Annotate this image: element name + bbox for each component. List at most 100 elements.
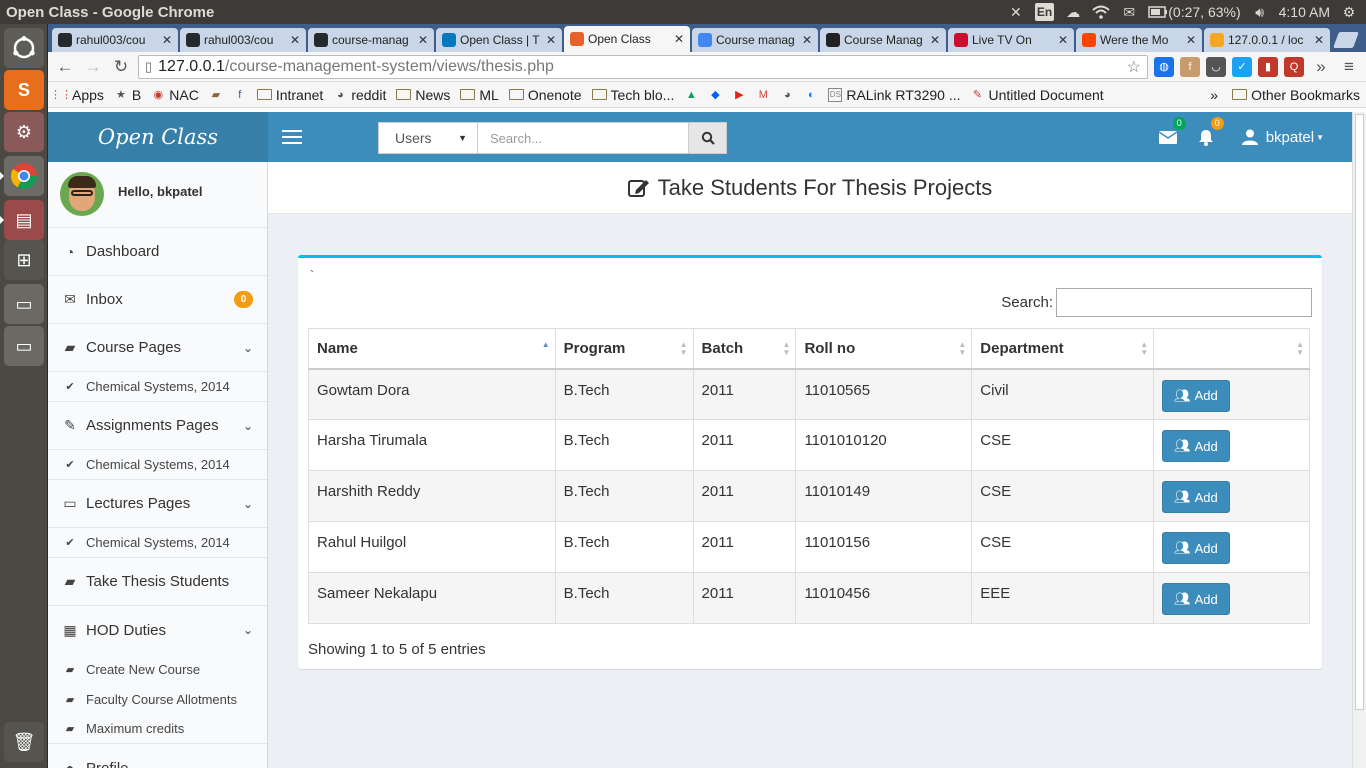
browser-tab[interactable]: course-manag ✕ [308,28,434,52]
close-tab-icon[interactable]: ✕ [546,33,556,47]
workspace-switcher-icon[interactable]: ⊞ [4,240,44,280]
table-search-input[interactable] [1056,288,1312,317]
header-search-input[interactable]: Search... [478,122,689,154]
globe-extension-icon[interactable]: ◍ [1154,56,1174,77]
sidebar-item-course-pages[interactable]: ▰ Course Pages ⌄ [48,324,267,372]
bookmark-item[interactable]: News [396,87,450,103]
battery-indicator[interactable]: (0:27, 63%) [1148,3,1241,21]
dash-home-icon[interactable] [4,28,44,68]
trash-icon[interactable]: 🗑︎ [4,722,44,762]
bookmark-item[interactable]: ◕ [780,88,794,102]
file-manager-icon[interactable]: ▤ [0,200,44,240]
drive-icon[interactable]: ▭ [4,284,44,324]
cloud-icon[interactable]: ☁ [1064,3,1082,21]
bookmark-item[interactable]: f [233,88,247,102]
add-student-button[interactable]: 👥︎ Add [1162,532,1230,564]
bookmark-item[interactable]: ◐ [804,88,818,102]
bookmark-star-icon[interactable]: ☆ [1127,57,1141,77]
bookmark-item[interactable]: ▶ [732,88,746,102]
new-tab-button[interactable] [1333,32,1359,48]
search-type-select[interactable]: Users ▼ [378,122,478,154]
sidebar-subitem-faculty-course-allotments[interactable]: ▰ Faculty Course Allotments [48,684,267,714]
col-header-roll-no[interactable]: Roll no ▲ ▼ [795,328,973,370]
sidebar-item-dashboard[interactable]: ◔ Dashboard [48,228,267,276]
add-student-button[interactable]: 👥︎ Add [1162,430,1230,462]
add-student-button[interactable]: 👥︎ Add [1162,379,1230,412]
folder-extension-icon[interactable]: f [1180,56,1200,77]
notifications-button[interactable]: 0 [1196,117,1224,147]
browser-tab[interactable]: 127.0.0.1 / loc ✕ [1204,28,1330,52]
close-tab-icon[interactable]: ✕ [930,33,940,47]
sidebar-item-inbox[interactable]: ✉ Inbox 0 [48,276,267,324]
settings-gear-icon[interactable]: ⚙ [1340,3,1358,21]
bookmark-item[interactable]: ★ B [114,87,141,103]
chrome-menu-icon[interactable]: ≡ [1338,56,1360,78]
col-header-name[interactable]: Name ▲ [308,328,556,370]
bookmarks-overflow-button[interactable]: » [1210,87,1218,103]
sidebar-subitem-lectures-chemical[interactable]: ✔ Chemical Systems, 2014 [48,528,267,558]
browser-tab[interactable]: Open Class | T ✕ [436,28,562,52]
browser-tab[interactable]: Were the Mo ✕ [1076,28,1202,52]
scrollbar-thumb[interactable] [1355,114,1364,710]
wifi-icon[interactable] [1092,3,1110,21]
mail-icon[interactable]: ✉ [1120,3,1138,21]
clock[interactable]: 4:10 AM [1279,3,1330,21]
keyboard-layout-indicator[interactable]: En [1034,3,1055,21]
sidebar-item-profile[interactable]: ● Profile [48,744,267,768]
back-icon[interactable]: ← [54,56,76,78]
sidebar-item-lectures-pages[interactable]: ▭ Lectures Pages ⌄ [48,480,267,528]
browser-tab[interactable]: Course Manag ✕ [820,28,946,52]
bookmark-item[interactable]: Intranet [256,87,323,103]
sidebar-toggle-icon[interactable] [270,112,314,162]
bookmark-item[interactable]: ✎ Untitled Document [971,87,1104,103]
col-header-program[interactable]: Program ▲ ▼ [554,328,694,370]
bookmark-item[interactable]: ◕ reddit [333,87,386,103]
close-tab-icon[interactable]: ✕ [1058,33,1068,47]
reload-icon[interactable]: ↻ [110,56,132,78]
volume-icon[interactable]: 🔊︎ [1251,3,1269,21]
browser-tab[interactable]: rahul003/cou ✕ [180,28,306,52]
close-tab-icon[interactable]: ✕ [802,33,812,47]
page-scrollbar[interactable] [1352,112,1366,768]
bookmark-item[interactable]: M [756,88,770,102]
system-settings-icon[interactable]: ⚙ [4,112,44,152]
sidebar-item-hod-duties[interactable]: ▦ HOD Duties ⌄ [48,606,267,654]
app-logo[interactable]: Open Class [48,112,268,162]
close-tab-icon[interactable]: ✕ [418,33,428,47]
bookmark-item[interactable]: ML [460,87,499,103]
bookmark-item[interactable]: Tech blo... [591,87,674,103]
bookmark-item[interactable]: ▰ [209,88,223,102]
bookmark-item[interactable]: ◉ NAC [151,87,198,103]
add-student-button[interactable]: 👥︎ Add [1162,481,1230,513]
extensions-overflow-icon[interactable]: » [1310,56,1332,78]
tools-icon[interactable]: ✕ [1007,3,1025,21]
sublime-text-icon[interactable]: S [4,70,44,110]
sidebar-subitem-course-chemical[interactable]: ✔ Chemical Systems, 2014 [48,372,267,402]
sidebar-subitem-maximum-credits[interactable]: ▰ Maximum credits [48,714,267,744]
bookmark-item[interactable]: Onenote [508,87,582,103]
bookmark-item[interactable]: ⋮⋮ Apps [50,87,104,103]
close-tab-icon[interactable]: ✕ [1186,33,1196,47]
bookmark-item[interactable]: ◆ [708,88,722,102]
address-bar[interactable]: ▯ 127.0.0.1/course-management-system/vie… [138,54,1148,79]
sidebar-subitem-assignments-chemical[interactable]: ✔ Chemical Systems, 2014 [48,450,267,480]
bookmark-extension-icon[interactable]: ▮ [1258,56,1278,77]
drive-icon-2[interactable]: ▭ [4,326,44,366]
bookmark-item[interactable]: ▲ [684,88,698,102]
other-bookmarks-button[interactable]: Other Bookmarks [1232,87,1360,103]
browser-tab[interactable]: Course manag ✕ [692,28,818,52]
pocket-extension-icon[interactable]: ◡ [1206,56,1226,77]
col-header-department[interactable]: Department ▲ ▼ [971,328,1155,370]
close-tab-icon[interactable]: ✕ [290,33,300,47]
chrome-launcher-icon[interactable] [0,156,44,196]
check-extension-icon[interactable]: ✓ [1232,56,1252,77]
col-header-action[interactable]: ▲ ▼ [1153,328,1310,370]
q-extension-icon[interactable]: Q [1284,56,1304,77]
close-tab-icon[interactable]: ✕ [162,33,172,47]
forward-icon[interactable]: → [82,56,104,78]
sidebar-subitem-create-new-course[interactable]: ▰ Create New Course [48,654,267,684]
search-button[interactable] [689,122,727,154]
bookmark-item[interactable]: DS RALink RT3290 ... [828,87,961,103]
add-student-button[interactable]: 👥︎ Add [1162,583,1230,615]
close-tab-icon[interactable]: ✕ [674,32,684,46]
